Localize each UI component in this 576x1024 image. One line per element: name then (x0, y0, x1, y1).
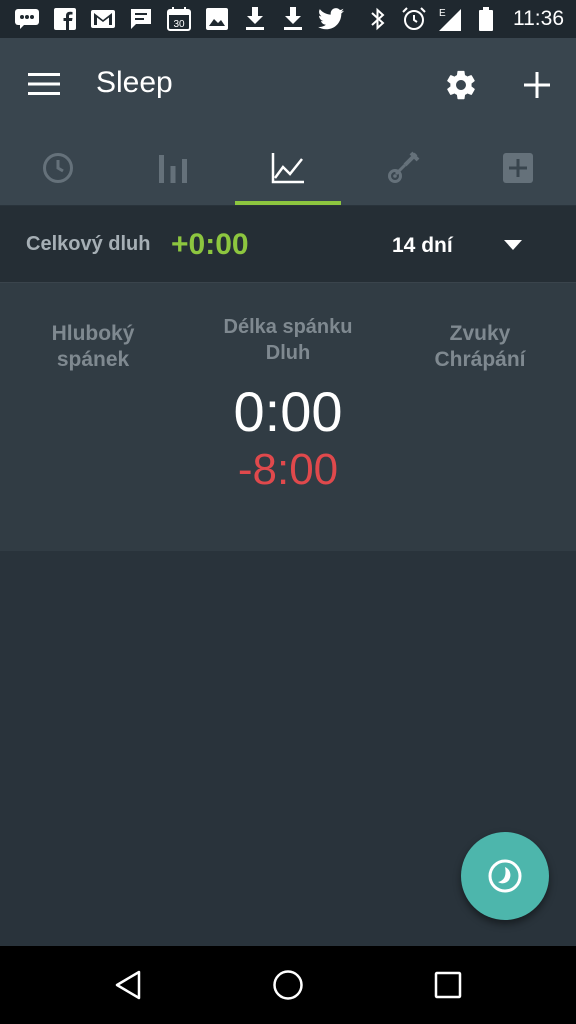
deep-sleep-label-line2: spánek (56, 348, 130, 371)
recents-button[interactable] (426, 963, 470, 1007)
start-tracking-fab[interactable] (461, 832, 549, 920)
notification-icons: 30 (0, 6, 344, 32)
battery-icon (473, 6, 499, 32)
sleep-debt-value: -8:00 (237, 445, 339, 494)
status-bar: 30 E 11:36 (0, 0, 576, 38)
alarm-icon (401, 6, 427, 32)
page-title: Sleep (96, 66, 173, 99)
twitter-icon (318, 6, 344, 32)
signal-icon: E (437, 6, 463, 32)
tab-stethoscope[interactable] (346, 130, 461, 205)
facebook-icon (52, 6, 78, 32)
menu-icon (28, 73, 60, 95)
sleep-length-header[interactable]: Délka spánku Dluh (188, 314, 388, 366)
download-icon (242, 6, 268, 32)
home-circle-icon (273, 970, 303, 1000)
sounds-label: Zvuky (449, 322, 511, 345)
messages-icon (14, 6, 40, 32)
dropdown-arrow-icon (504, 240, 522, 250)
back-triangle-icon (115, 970, 141, 1000)
download-icon (280, 6, 306, 32)
app-bar: Sleep (0, 38, 576, 130)
debt-label: Dluh (265, 342, 311, 364)
line-chart-icon (271, 152, 304, 183)
menu-button[interactable] (22, 62, 66, 106)
tab-add-box[interactable] (461, 130, 576, 205)
settings-button[interactable] (438, 62, 484, 108)
gear-icon (447, 70, 475, 100)
period-dropdown[interactable]: 14 dní (392, 226, 532, 266)
deep-sleep-label-line1: Hluboký (51, 322, 135, 345)
sleep-stats-card: Hluboký spánek Délka spánku Dluh Zvuky C… (0, 283, 576, 551)
bar-chart-icon (158, 154, 187, 183)
sleep-moon-icon (488, 859, 522, 893)
chat-icon (128, 6, 154, 32)
calendar-icon: 30 (166, 6, 192, 32)
back-button[interactable] (106, 963, 150, 1007)
recents-square-icon (434, 971, 462, 999)
add-button[interactable] (514, 62, 560, 108)
tab-bar (0, 130, 576, 205)
clock-icon (42, 152, 73, 183)
system-icons: E 11:36 (365, 0, 564, 38)
total-debt-value: +0:00 (171, 228, 249, 261)
sleep-length-label: Délka spánku (223, 316, 353, 338)
stethoscope-icon (388, 151, 420, 183)
total-debt-row: Celkový dluh +0:00 14 dní (0, 206, 576, 283)
tab-line-chart[interactable] (230, 130, 345, 205)
plus-icon (524, 72, 550, 98)
deep-sleep-header[interactable]: Hluboký spánek (0, 321, 186, 373)
clock-time: 11:36 (513, 7, 564, 30)
total-debt-label: Celkový dluh (26, 233, 151, 255)
bluetooth-icon (365, 6, 391, 32)
image-icon (204, 6, 230, 32)
system-nav-bar (0, 946, 576, 1024)
sounds-header[interactable]: Zvuky Chrápání (390, 321, 570, 373)
home-button[interactable] (266, 963, 310, 1007)
snoring-label: Chrápání (434, 348, 526, 371)
tab-clock[interactable] (0, 130, 115, 205)
signal-label: E (439, 8, 446, 19)
sleep-duration-value: 0:00 (233, 380, 343, 443)
gmail-icon (90, 6, 116, 32)
calendar-day: 30 (173, 19, 185, 30)
period-label: 14 dní (392, 234, 453, 257)
tab-bar-chart[interactable] (115, 130, 230, 205)
add-box-icon (503, 152, 534, 183)
